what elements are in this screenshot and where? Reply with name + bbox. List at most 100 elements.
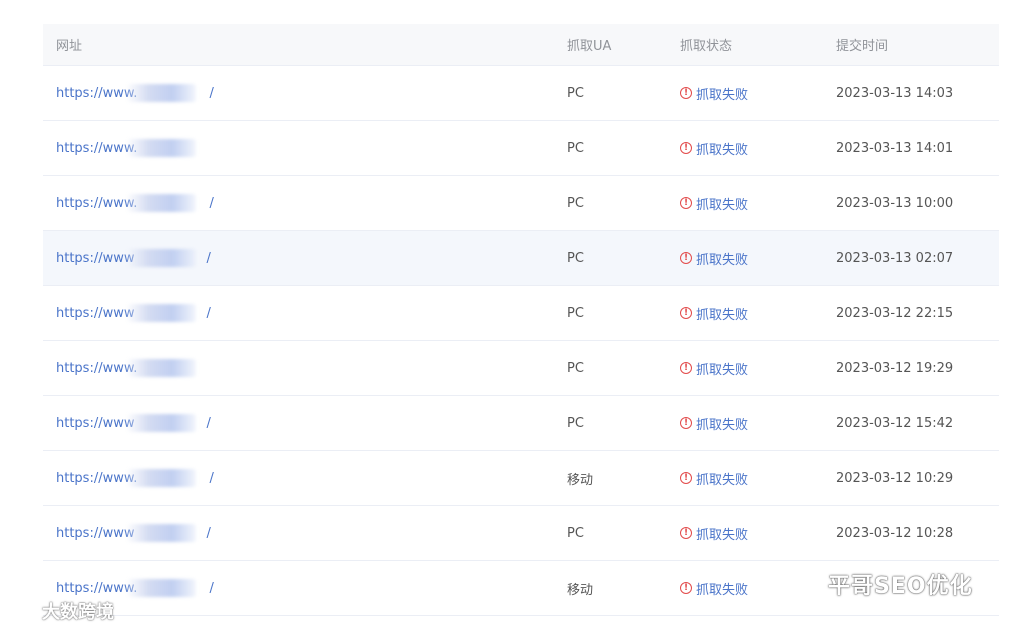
url-suffix: / — [209, 195, 214, 211]
url-link[interactable]: https://www. — [56, 358, 209, 377]
redacted-blur — [126, 468, 196, 487]
table-header: 网址 抓取UA 抓取状态 提交时间 — [43, 24, 999, 66]
url-link[interactable]: https://www. — [56, 138, 209, 157]
url-suffix: / — [206, 250, 211, 266]
warning-circle-icon: ! — [680, 362, 692, 374]
status-fail-link[interactable]: ! 抓取失败 — [680, 194, 748, 213]
warning-circle-icon: ! — [680, 472, 692, 484]
status-text: 抓取失败 — [696, 252, 749, 268]
wechat-icon — [795, 575, 818, 593]
redacted-blur — [126, 413, 196, 432]
warning-circle-icon: ! — [680, 87, 692, 99]
time-cell: 2023-03-12 10:29 — [836, 470, 954, 486]
logo-icon — [10, 603, 34, 619]
table-row: https://www / PC ! 抓取失败 2023-03-12 10:28 — [43, 506, 999, 561]
url-suffix: / — [206, 415, 211, 431]
redacted-blur — [126, 358, 196, 377]
ua-cell: PC — [567, 140, 584, 156]
ua-cell: PC — [567, 195, 584, 211]
url-prefix: https://www — [56, 415, 135, 431]
table-row: https://www. PC ! 抓取失败 2023-03-13 14:01 — [43, 121, 999, 176]
table-row: https://www / PC ! 抓取失败 2023-03-13 02:07 — [43, 231, 999, 286]
warning-circle-icon: ! — [680, 142, 692, 154]
watermark-right-text: 平哥SEO优化 — [828, 574, 973, 599]
url-link[interactable]: https://www. / — [56, 193, 214, 212]
status-text: 抓取失败 — [696, 417, 749, 433]
warning-circle-icon: ! — [680, 252, 692, 264]
status-fail-link[interactable]: ! 抓取失败 — [680, 359, 748, 378]
url-link[interactable]: https://www / — [56, 413, 211, 432]
warning-circle-icon: ! — [680, 582, 692, 594]
status-text: 抓取失败 — [696, 142, 749, 158]
status-fail-link[interactable]: ! 抓取失败 — [680, 524, 748, 543]
url-link[interactable]: https://www / — [56, 248, 211, 267]
url-link[interactable]: https://www. / — [56, 468, 214, 487]
watermark-left-text: 大数跨境 — [42, 602, 114, 623]
header-status: 抓取状态 — [680, 39, 733, 54]
time-cell: 2023-03-12 10:28 — [836, 525, 954, 541]
status-text: 抓取失败 — [696, 87, 749, 103]
url-link[interactable]: https://www. / — [56, 578, 214, 597]
submission-table: 网址 抓取UA 抓取状态 提交时间 https://www. / PC ! 抓取失败… — [43, 24, 999, 616]
redacted-blur — [126, 523, 196, 542]
time-cell: 2023-03-12 19:29 — [836, 360, 954, 376]
status-fail-link[interactable]: ! 抓取失败 — [680, 249, 748, 268]
status-fail-link[interactable]: ! 抓取失败 — [680, 304, 748, 323]
ua-cell: PC — [567, 525, 584, 541]
url-suffix: / — [209, 470, 214, 486]
table-row: https://www. / PC ! 抓取失败 2023-03-13 14:03 — [43, 66, 999, 121]
status-fail-link[interactable]: ! 抓取失败 — [680, 579, 748, 598]
redacted-blur — [126, 138, 196, 157]
table-row: https://www. / PC ! 抓取失败 2023-03-13 10:00 — [43, 176, 999, 231]
ua-cell: PC — [567, 360, 584, 376]
header-url: 网址 — [56, 39, 83, 54]
status-text: 抓取失败 — [696, 582, 749, 598]
url-link[interactable]: https://www / — [56, 303, 211, 322]
table-row: https://www / PC ! 抓取失败 2023-03-12 15:42 — [43, 396, 999, 451]
redacted-blur — [126, 578, 196, 597]
ua-cell: PC — [567, 305, 584, 321]
url-prefix: https://www — [56, 525, 135, 541]
redacted-blur — [126, 83, 196, 102]
status-fail-link[interactable]: ! 抓取失败 — [680, 84, 748, 103]
url-link[interactable]: https://www / — [56, 523, 211, 542]
url-prefix: https://www — [56, 305, 135, 321]
status-fail-link[interactable]: ! 抓取失败 — [680, 414, 748, 433]
url-suffix: / — [206, 525, 211, 541]
redacted-blur — [126, 193, 196, 212]
warning-circle-icon: ! — [680, 307, 692, 319]
time-cell: 2023-03-13 02:07 — [836, 250, 954, 266]
ua-cell: 移动 — [567, 582, 594, 598]
url-link[interactable]: https://www. / — [56, 83, 214, 102]
warning-circle-icon: ! — [680, 197, 692, 209]
status-fail-link[interactable]: ! 抓取失败 — [680, 469, 748, 488]
time-cell: 2023-03-13 10:00 — [836, 195, 954, 211]
table-row: https://www / PC ! 抓取失败 2023-03-12 22:15 — [43, 286, 999, 341]
watermark-right: 平哥SEO优化 — [794, 568, 973, 600]
ua-cell: PC — [567, 250, 584, 266]
header-time: 提交时间 — [836, 39, 889, 54]
status-text: 抓取失败 — [696, 527, 749, 543]
redacted-blur — [126, 303, 196, 322]
warning-circle-icon: ! — [680, 527, 692, 539]
time-cell: 2023-03-13 14:01 — [836, 140, 954, 156]
time-cell: 2023-03-12 22:15 — [836, 305, 954, 321]
ua-cell: 移动 — [567, 472, 594, 488]
status-text: 抓取失败 — [696, 197, 749, 213]
status-fail-link[interactable]: ! 抓取失败 — [680, 139, 748, 158]
status-text: 抓取失败 — [696, 472, 749, 488]
ua-cell: PC — [567, 85, 584, 101]
redacted-blur — [126, 248, 196, 267]
ua-cell: PC — [567, 415, 584, 431]
watermark-left: 大数跨境 — [8, 598, 114, 624]
status-text: 抓取失败 — [696, 362, 749, 378]
url-suffix: / — [209, 580, 214, 596]
url-prefix: https://www — [56, 250, 135, 266]
time-cell: 2023-03-13 14:03 — [836, 85, 954, 101]
time-cell: 2023-03-12 15:42 — [836, 415, 954, 431]
table-row: https://www. / 移动 ! 抓取失败 2023-03-12 10:29 — [43, 451, 999, 506]
url-suffix: / — [206, 305, 211, 321]
header-ua: 抓取UA — [567, 39, 612, 54]
url-suffix: / — [209, 85, 214, 101]
status-text: 抓取失败 — [696, 307, 749, 323]
